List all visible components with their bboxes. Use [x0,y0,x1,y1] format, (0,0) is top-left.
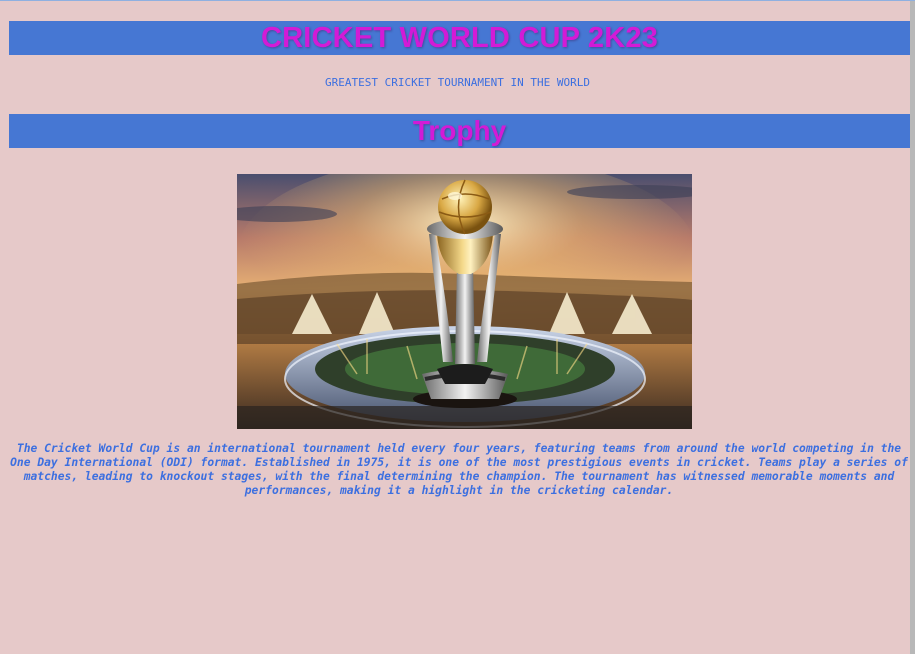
section-heading-banner: Trophy [9,114,910,148]
scrollbar-thumb[interactable] [910,1,915,654]
page-title-banner: CRICKET WORLD CUP 2K23 [9,21,910,55]
trophy-image [237,174,692,429]
description-paragraph: The Cricket World Cup is an internationa… [10,442,908,497]
section-heading: Trophy [412,115,507,146]
page-subtitle: GREATEST CRICKET TOURNAMENT IN THE WORLD [325,76,590,89]
page-title: CRICKET WORLD CUP 2K23 [260,21,659,54]
scrollbar-track[interactable] [910,1,915,654]
